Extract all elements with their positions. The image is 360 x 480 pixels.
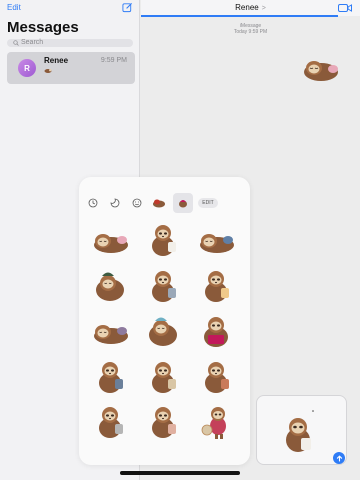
conversation-time: 9:59 PM (100, 57, 127, 64)
send-progress-bar (141, 15, 339, 17)
conversation-item[interactable]: R Renee 9:59 PM (7, 52, 135, 84)
sloth-sticker-icon (201, 407, 226, 439)
sloth-sticker-icon (205, 270, 229, 302)
compose-icon[interactable] (122, 2, 133, 13)
sent-sloth-sticker[interactable] (302, 56, 340, 82)
sloth-sticker-icon (99, 361, 123, 393)
conversation-header: Renee > (141, 0, 360, 16)
sticker-app-1-icon[interactable] (151, 195, 167, 211)
recents-icon[interactable] (85, 195, 101, 211)
emoji-icon[interactable] (129, 195, 145, 211)
sticker-item[interactable] (85, 217, 135, 261)
sloth-sticker-icon (152, 361, 176, 393)
sticker-drawer: EDIT (79, 177, 250, 465)
edit-stickers-button[interactable]: EDIT (198, 198, 218, 208)
sloth-sticker-icon (205, 361, 229, 393)
message-input-preview[interactable] (256, 395, 347, 465)
arrow-up-icon (336, 454, 342, 462)
sloth-sticker-icon (152, 225, 176, 256)
contact-name: Renee (235, 3, 259, 12)
sloth-sticker-icon (44, 69, 52, 73)
message-timestamp: Today 9:59 PM (233, 29, 268, 35)
sticker-item[interactable] (85, 399, 135, 443)
sloth-sticker-icon (149, 317, 177, 346)
search-input[interactable]: Search (7, 39, 133, 47)
sloth-sticker-icon (99, 407, 123, 438)
sticker-item[interactable] (138, 263, 188, 307)
sloth-sticker-icon (94, 325, 128, 344)
sloth-sticker-icon (152, 270, 176, 302)
search-placeholder: Search (21, 39, 44, 46)
sticker-item[interactable] (191, 308, 241, 352)
send-button[interactable] (333, 452, 345, 464)
sticker-tab-bar: EDIT (79, 193, 250, 213)
search-icon (13, 40, 19, 46)
sloth-sticker-icon (96, 272, 124, 301)
sloth-sticker-icon (204, 317, 228, 347)
sticker-item[interactable] (191, 217, 241, 261)
sloth-sticker-icon (94, 234, 128, 253)
avatar: R (18, 59, 36, 77)
page-title: Messages (7, 19, 79, 36)
sticker-item[interactable] (85, 308, 135, 352)
video-call-icon[interactable] (338, 3, 352, 13)
sticker-pack-icon[interactable] (107, 195, 123, 211)
chevron-right-icon: > (261, 5, 266, 12)
sticker-item[interactable] (138, 354, 188, 398)
sticker-item[interactable] (191, 399, 241, 443)
home-indicator (120, 471, 240, 475)
sloth-sticker-icon (152, 407, 176, 438)
sticker-app-2-icon[interactable] (173, 193, 193, 213)
sticker-item[interactable] (191, 263, 241, 307)
contact-name-button[interactable]: Renee > (141, 3, 360, 12)
sticker-item[interactable] (191, 354, 241, 398)
sticker-item[interactable] (138, 399, 188, 443)
conversation-name: Renee (44, 56, 69, 65)
edit-button[interactable]: Edit (7, 3, 21, 12)
sticker-item[interactable] (138, 308, 188, 352)
attached-sloth-sticker[interactable] (281, 414, 315, 454)
sticker-item[interactable] (85, 263, 135, 307)
sloth-sticker-icon (200, 234, 234, 253)
caret-dot (312, 410, 314, 412)
sticker-item[interactable] (85, 354, 135, 398)
sticker-item[interactable] (138, 217, 188, 261)
